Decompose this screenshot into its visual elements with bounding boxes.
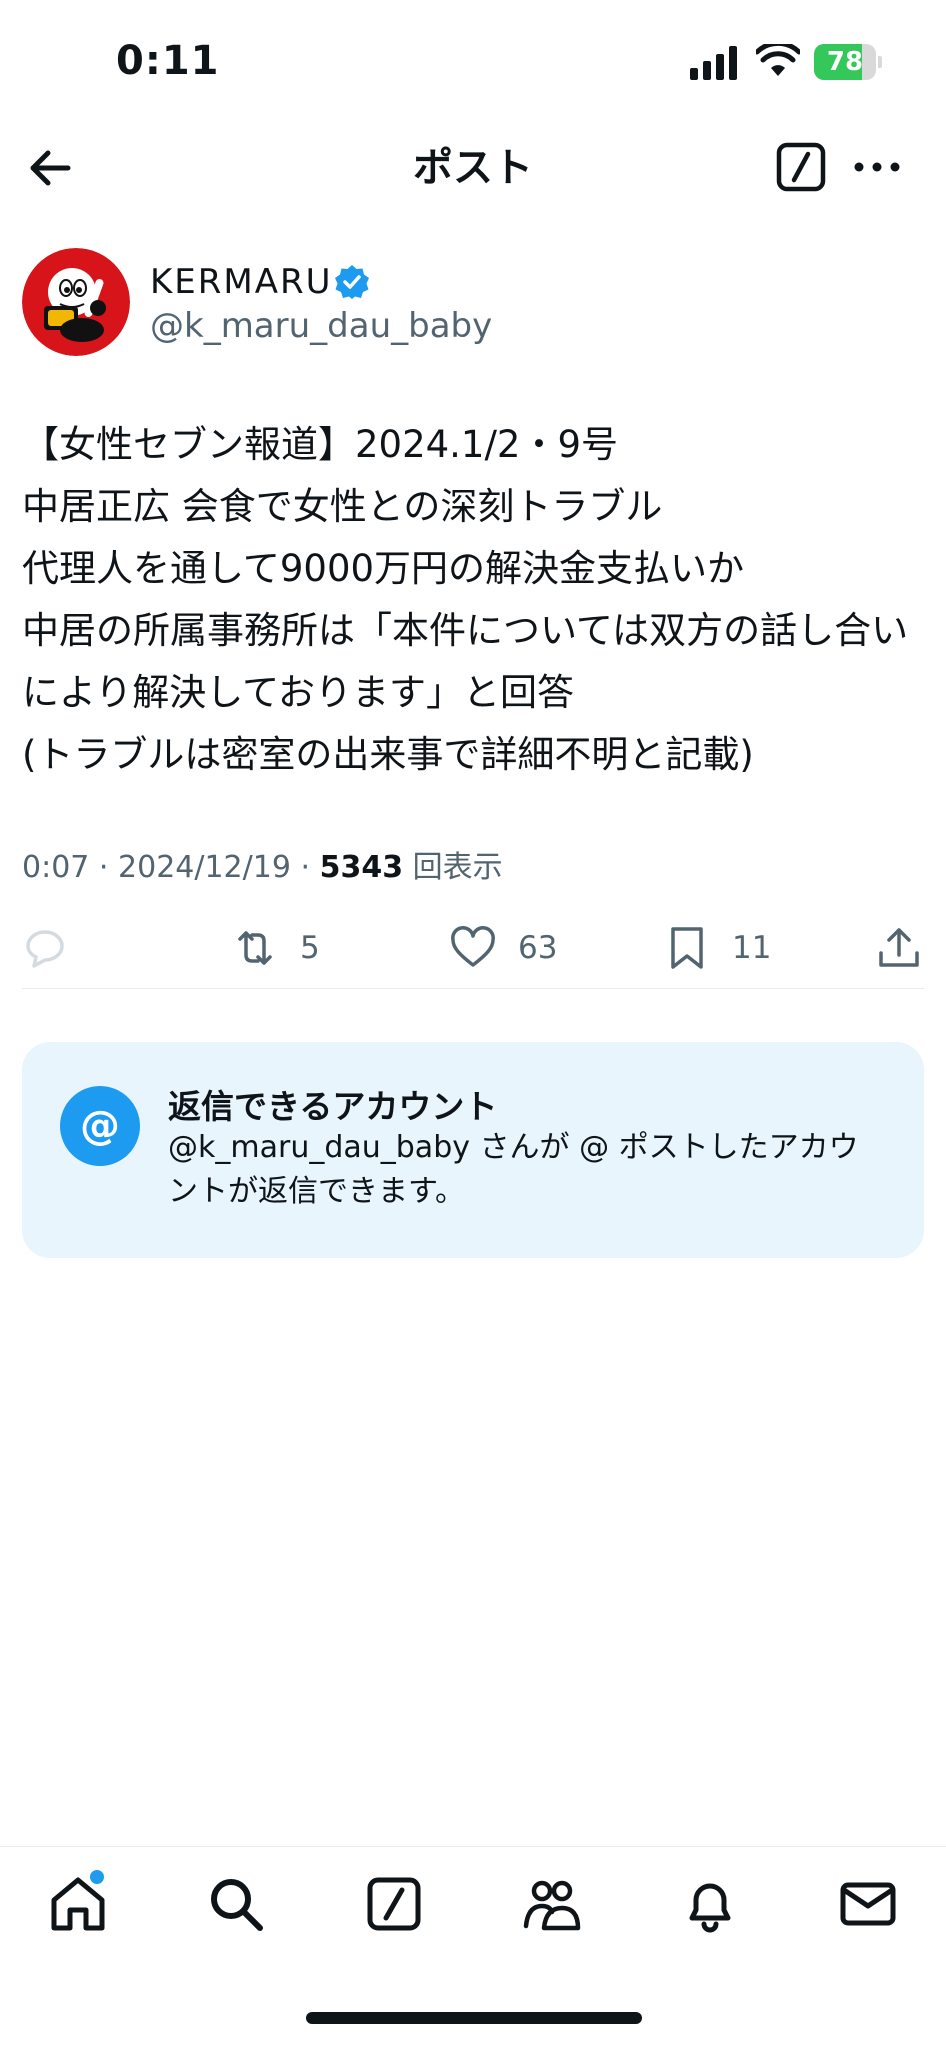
heart-icon <box>451 926 495 967</box>
tab-compose[interactable] <box>364 1874 424 1934</box>
battery-level: 78 <box>826 47 864 77</box>
tab-notifications[interactable] <box>680 1874 740 1934</box>
tab-communities[interactable] <box>522 1874 582 1934</box>
nav-header: ポスト <box>0 120 946 216</box>
status-bar: 0:11 78 <box>0 0 946 120</box>
compose-icon[interactable] <box>776 142 826 192</box>
more-horizontal-icon[interactable] <box>852 152 902 182</box>
repost-button[interactable]: 5 <box>232 920 320 976</box>
at-sign-icon: @ <box>60 1086 140 1166</box>
tab-messages[interactable] <box>838 1874 898 1934</box>
reply-button[interactable] <box>22 920 90 976</box>
post-meta: 0:07 · 2024/12/19 · 5343 回表示 <box>22 842 503 886</box>
bell-icon <box>689 1883 731 1933</box>
bottom-tab-bar <box>0 1848 946 1968</box>
meta-separator: · <box>300 850 311 885</box>
bookmark-icon <box>671 927 703 969</box>
home-indicator <box>306 2012 642 2024</box>
meta-separator: · <box>98 850 109 885</box>
display-name[interactable]: KERMARU <box>150 262 333 302</box>
wifi-icon <box>756 44 800 76</box>
battery-indicator: 78 <box>814 44 882 80</box>
mail-icon <box>840 1882 896 1926</box>
user-handle[interactable]: @k_maru_dau_baby <box>150 306 492 346</box>
reply-restriction-card: @ 返信できるアカウント @k_maru_dau_baby さんが @ ポストし… <box>22 1042 924 1258</box>
post-text: 【女性セブン報道】2024.1/2・9号 中居正広 会食で女性との深刻トラブル … <box>22 423 909 776</box>
repost-icon <box>238 931 272 965</box>
avatar[interactable] <box>22 248 130 356</box>
reply-restriction-title: 返信できるアカウント <box>168 1087 498 1126</box>
tabbar-divider <box>0 1846 946 1847</box>
cellular-signal-icon <box>690 46 737 80</box>
reply-restriction-description: @k_maru_dau_baby さんが @ ポストしたアカウントが返信できます… <box>168 1130 859 1209</box>
bookmark-button[interactable]: 11 <box>664 920 771 976</box>
repost-count: 5 <box>300 930 320 966</box>
bookmark-count: 11 <box>732 930 772 966</box>
search-icon <box>211 1879 263 1931</box>
verified-badge-icon <box>335 265 369 299</box>
share-button[interactable] <box>876 920 922 976</box>
divider <box>22 988 924 989</box>
home-notification-dot <box>90 1870 104 1884</box>
post-date[interactable]: 2024/12/19 <box>118 850 291 885</box>
like-count: 63 <box>518 930 558 966</box>
reply-icon <box>26 930 64 968</box>
tab-search[interactable] <box>206 1874 266 1934</box>
post-actions: 5 63 11 <box>0 910 946 990</box>
post-time[interactable]: 0:07 <box>22 850 89 885</box>
view-count: 5343 <box>319 850 404 885</box>
compose-icon <box>367 1877 421 1931</box>
communities-icon <box>523 1880 581 1931</box>
status-time: 0:11 <box>116 38 220 84</box>
like-button[interactable]: 63 <box>450 920 557 976</box>
view-count-label: 回表示 <box>412 850 503 885</box>
post-author[interactable]: KERMARU @k_maru_dau_baby <box>22 248 922 360</box>
share-icon <box>879 928 919 967</box>
